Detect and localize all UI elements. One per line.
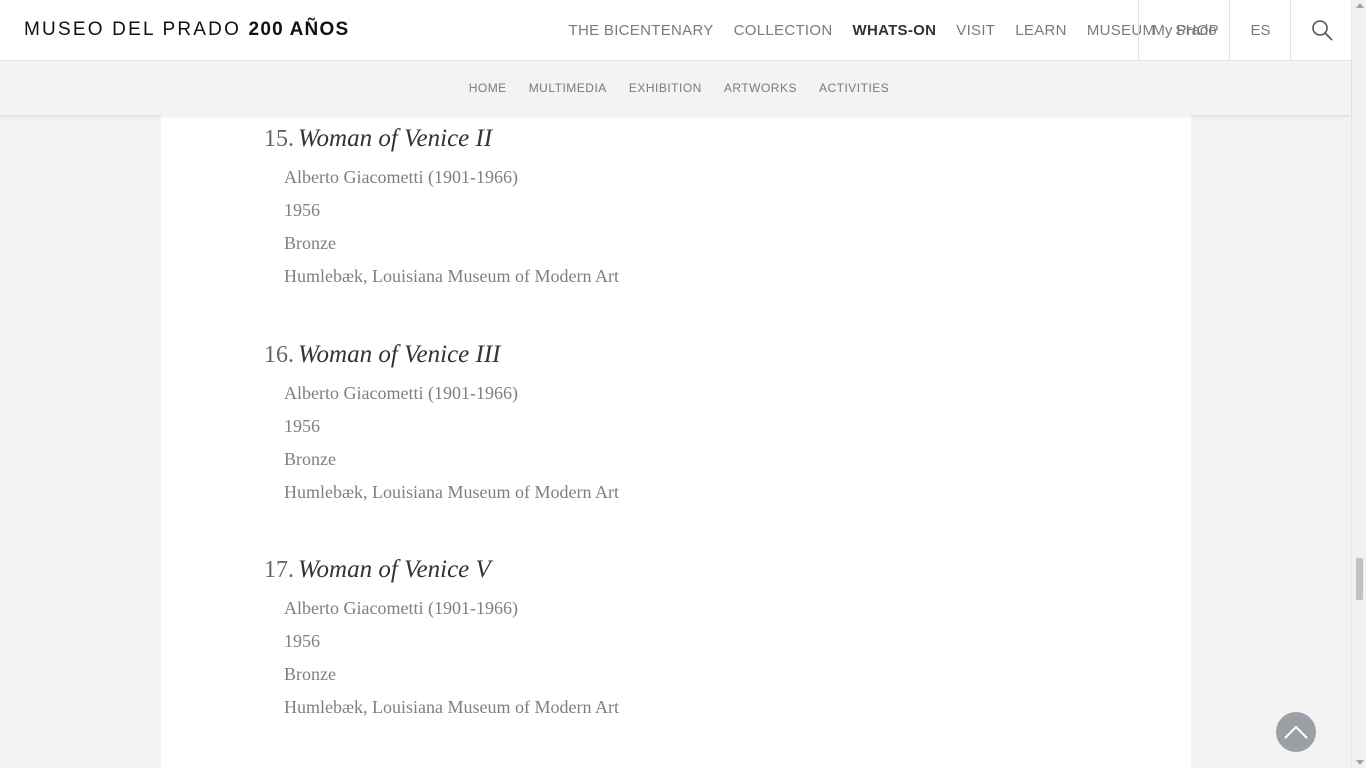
sub-nav: HOME MULTIMEDIA EXHIBITION ARTWORKS ACTI… <box>0 61 1351 115</box>
subnav-activities[interactable]: ACTIVITIES <box>819 81 889 95</box>
main-nav: THE BICENTENARY COLLECTION WHATS-ON VISI… <box>549 0 1219 60</box>
artwork-entry: 16. Woman of Venice III Alberto Giacomet… <box>264 341 619 509</box>
artwork-location: Humlebæk, Louisiana Museum of Modern Art <box>284 266 619 286</box>
artwork-artist: Alberto Giacometti (1901-1966) <box>284 598 518 618</box>
artwork-location: Humlebæk, Louisiana Museum of Modern Art <box>284 482 619 502</box>
artwork-title: Woman of Venice V <box>298 556 491 583</box>
back-to-top-button[interactable] <box>1276 712 1316 752</box>
artwork-title: Woman of Venice II <box>298 125 493 152</box>
artworks-panel: 15. Woman of Venice II Alberto Giacomett… <box>161 115 1191 768</box>
artwork-heading: 16. Woman of Venice III <box>264 341 619 377</box>
scroll-down-arrow-icon[interactable] <box>1356 760 1364 765</box>
search-icon <box>1311 20 1332 41</box>
search-button[interactable] <box>1290 0 1352 60</box>
artwork-artist: Alberto Giacometti (1901-1966) <box>284 383 518 403</box>
page-scrollbar[interactable] <box>1351 0 1366 768</box>
scroll-up-arrow-icon[interactable] <box>1356 3 1364 8</box>
artwork-location: Humlebæk, Louisiana Museum of Modern Art <box>284 697 619 717</box>
subnav-multimedia[interactable]: MULTIMEDIA <box>529 81 607 95</box>
nav-item-bicentenary[interactable]: THE BICENTENARY <box>569 22 714 39</box>
artwork-entry: 15. Woman of Venice II Alberto Giacomett… <box>264 125 619 293</box>
artwork-year: 1956 <box>284 631 320 651</box>
nav-item-learn[interactable]: LEARN <box>1015 22 1067 39</box>
my-prado-link[interactable]: My Prado <box>1138 0 1230 60</box>
artwork-heading: 15. Woman of Venice II <box>264 125 619 161</box>
museum-logo[interactable]: MUSEO DEL PRADO 200 AÑOS <box>24 19 349 41</box>
artwork-heading: 17. Woman of Venice V <box>264 556 619 592</box>
nav-item-visit[interactable]: VISIT <box>956 22 995 39</box>
chevron-up-icon <box>1284 725 1308 739</box>
scrollbar-thumb[interactable] <box>1356 558 1363 600</box>
sub-header: HOME MULTIMEDIA EXHIBITION ARTWORKS ACTI… <box>0 61 1351 115</box>
logo-text: MUSEO DEL PRADO <box>24 19 242 40</box>
artwork-number: 17. <box>264 557 294 583</box>
subnav-home[interactable]: HOME <box>469 81 507 95</box>
top-header: MUSEO DEL PRADO 200 AÑOS THE BICENTENARY… <box>0 0 1351 61</box>
artwork-number: 15. <box>264 126 294 152</box>
language-switch[interactable]: ES <box>1229 0 1291 60</box>
artwork-medium: Bronze <box>284 233 336 253</box>
subnav-exhibition[interactable]: EXHIBITION <box>629 81 702 95</box>
artwork-year: 1956 <box>284 416 320 436</box>
logo-bold-text: 200 AÑOS <box>248 19 350 40</box>
artwork-artist: Alberto Giacometti (1901-1966) <box>284 167 518 187</box>
nav-item-collection[interactable]: COLLECTION <box>734 22 833 39</box>
artwork-year: 1956 <box>284 200 320 220</box>
artwork-entry: 17. Woman of Venice V Alberto Giacometti… <box>264 556 619 724</box>
artwork-title: Woman of Venice III <box>298 341 501 368</box>
subnav-artworks[interactable]: ARTWORKS <box>724 81 797 95</box>
artwork-medium: Bronze <box>284 449 336 469</box>
artwork-number: 16. <box>264 342 294 368</box>
nav-item-whats-on[interactable]: WHATS-ON <box>852 22 936 39</box>
artwork-medium: Bronze <box>284 664 336 684</box>
